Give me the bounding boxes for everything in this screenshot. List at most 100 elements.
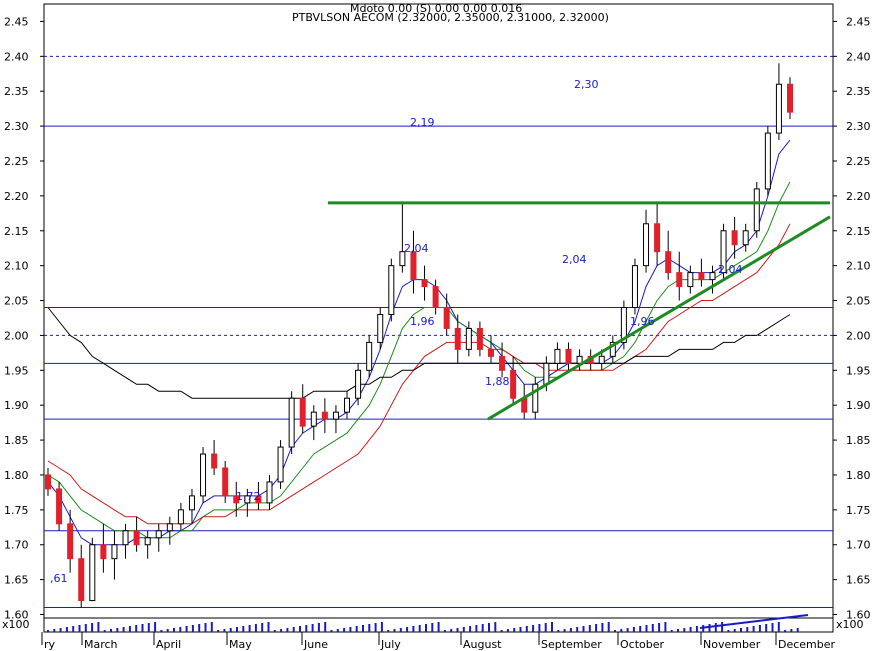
level-annotation: 1,72: [236, 490, 261, 503]
candle-body: [753, 188, 760, 232]
candle-body: [487, 348, 494, 357]
candle-body: [299, 397, 306, 427]
ma-line: [47, 181, 791, 539]
chart-title: PTBVLSON AECOM (2.32000, 2.35000, 2.3100…: [292, 11, 609, 24]
candle-body: [565, 348, 572, 364]
candle-body: [266, 481, 273, 504]
candle-body: [709, 272, 716, 281]
y-tick-label-right: 1.90: [846, 399, 871, 412]
candle-body: [388, 265, 395, 315]
candle-body: [775, 83, 782, 134]
candle-body: [45, 474, 51, 490]
candle-body: [78, 558, 85, 602]
y-tick-label-right: 2.15: [846, 225, 871, 238]
candle-body: [543, 362, 550, 385]
x-axis: ry March April May June July August September Oc…: [41, 632, 836, 651]
candle-body: [155, 530, 162, 539]
candle-body: [631, 265, 638, 309]
candle-body: [344, 397, 351, 413]
trendlines: [328, 201, 831, 421]
candle-body: [332, 411, 339, 420]
candle-body: [676, 272, 683, 288]
candle-body: [177, 509, 184, 525]
x-tick-label: April: [156, 638, 181, 651]
y-tick-label-right: 2.05: [846, 295, 871, 308]
candle-body: [133, 530, 140, 546]
y-tick-label-left: 2.45: [4, 15, 29, 28]
ma-line: [47, 223, 791, 525]
x-tick-label: August: [463, 638, 502, 651]
y-tick-label-left: 2.00: [4, 329, 29, 342]
candle-body: [200, 453, 207, 497]
y-tick-label-left: 1.90: [4, 399, 29, 412]
candle-body: [67, 523, 74, 560]
candle-body: [510, 369, 517, 399]
y-tick-label-left: 2.15: [4, 225, 29, 238]
y-tick-label-left: 1.70: [4, 539, 29, 552]
candle-body: [421, 279, 428, 288]
y-tick-label-right: 2.10: [846, 260, 871, 273]
x-tick-label: ry: [44, 638, 56, 651]
candle-body: [100, 544, 107, 560]
candle-body: [598, 355, 605, 364]
x-tick-label: July: [380, 638, 401, 651]
x-tick-label: December: [778, 638, 836, 651]
level-annotation: 2,30: [574, 78, 599, 91]
y-tick-label-right: 2.25: [846, 155, 871, 168]
level-annotation: ,61: [50, 572, 68, 585]
y-tick-label-left: 1.75: [4, 504, 29, 517]
candle-body: [144, 537, 151, 546]
candle-body: [410, 251, 417, 281]
level-annotation: 2,19: [410, 116, 435, 129]
candle-body: [465, 327, 472, 350]
y-tick-label-left: 1.85: [4, 434, 29, 447]
y-tick-label-right: 1.65: [846, 574, 871, 587]
candle-body: [211, 453, 218, 469]
candle-body: [288, 397, 295, 448]
candle-body: [476, 327, 483, 350]
candle-body: [166, 523, 173, 532]
y-tick-label-right: 2.45: [846, 15, 871, 28]
candle-body: [188, 495, 195, 511]
candle-body: [310, 411, 317, 427]
candle-body: [454, 327, 461, 350]
candle-body: [698, 272, 705, 281]
y-tick-label-left: 1.95: [4, 364, 29, 377]
y-tick-label-left: 1.80: [4, 469, 29, 482]
y-tick-label-left: 2.05: [4, 295, 29, 308]
candle-body: [731, 230, 738, 246]
y-tick-label-right: 2.20: [846, 190, 871, 203]
y-tick-label-left: 2.10: [4, 260, 29, 273]
volume-label-right: x100: [836, 618, 864, 631]
x-tick-label: March: [84, 638, 118, 651]
candle-body: [222, 467, 229, 497]
candle-body: [321, 411, 328, 420]
horizontal-levels: [44, 55, 833, 609]
volume-panel: x100 x100: [2, 614, 864, 632]
candle-body: [56, 488, 63, 525]
candle-body: [443, 307, 450, 329]
candle-body: [643, 223, 650, 267]
price-chart: Mdoto 0.00 (S) 0.00 0.00 0.016 PTBVLSON …: [2, 2, 871, 651]
level-annotation: 2,04: [562, 253, 587, 266]
y-tick-label-left: 2.40: [4, 50, 29, 63]
level-annotation: 1,96: [410, 315, 435, 328]
candle-body: [377, 313, 384, 343]
y-tick-label-left: 2.30: [4, 120, 29, 133]
candle-body: [787, 83, 793, 113]
candle-body: [742, 230, 749, 246]
y-tick-label-left: 2.20: [4, 190, 29, 203]
x-tick-label: May: [229, 638, 252, 651]
y-tick-label-right: 2.30: [846, 120, 871, 133]
candle-body: [355, 369, 362, 399]
moving-averages: [47, 139, 791, 546]
y-tick-label-right: 1.80: [846, 469, 871, 482]
candle-body: [89, 544, 96, 602]
x-tick-label: June: [303, 638, 328, 651]
y-tick-label-right: 2.00: [846, 329, 871, 342]
y-tick-label-left: 2.35: [4, 85, 29, 98]
x-tick-label: September: [541, 638, 602, 651]
level-annotation: 1,88: [485, 375, 510, 388]
y-tick-label-left: 1.65: [4, 574, 29, 587]
y-tick-label-right: 1.85: [846, 434, 871, 447]
